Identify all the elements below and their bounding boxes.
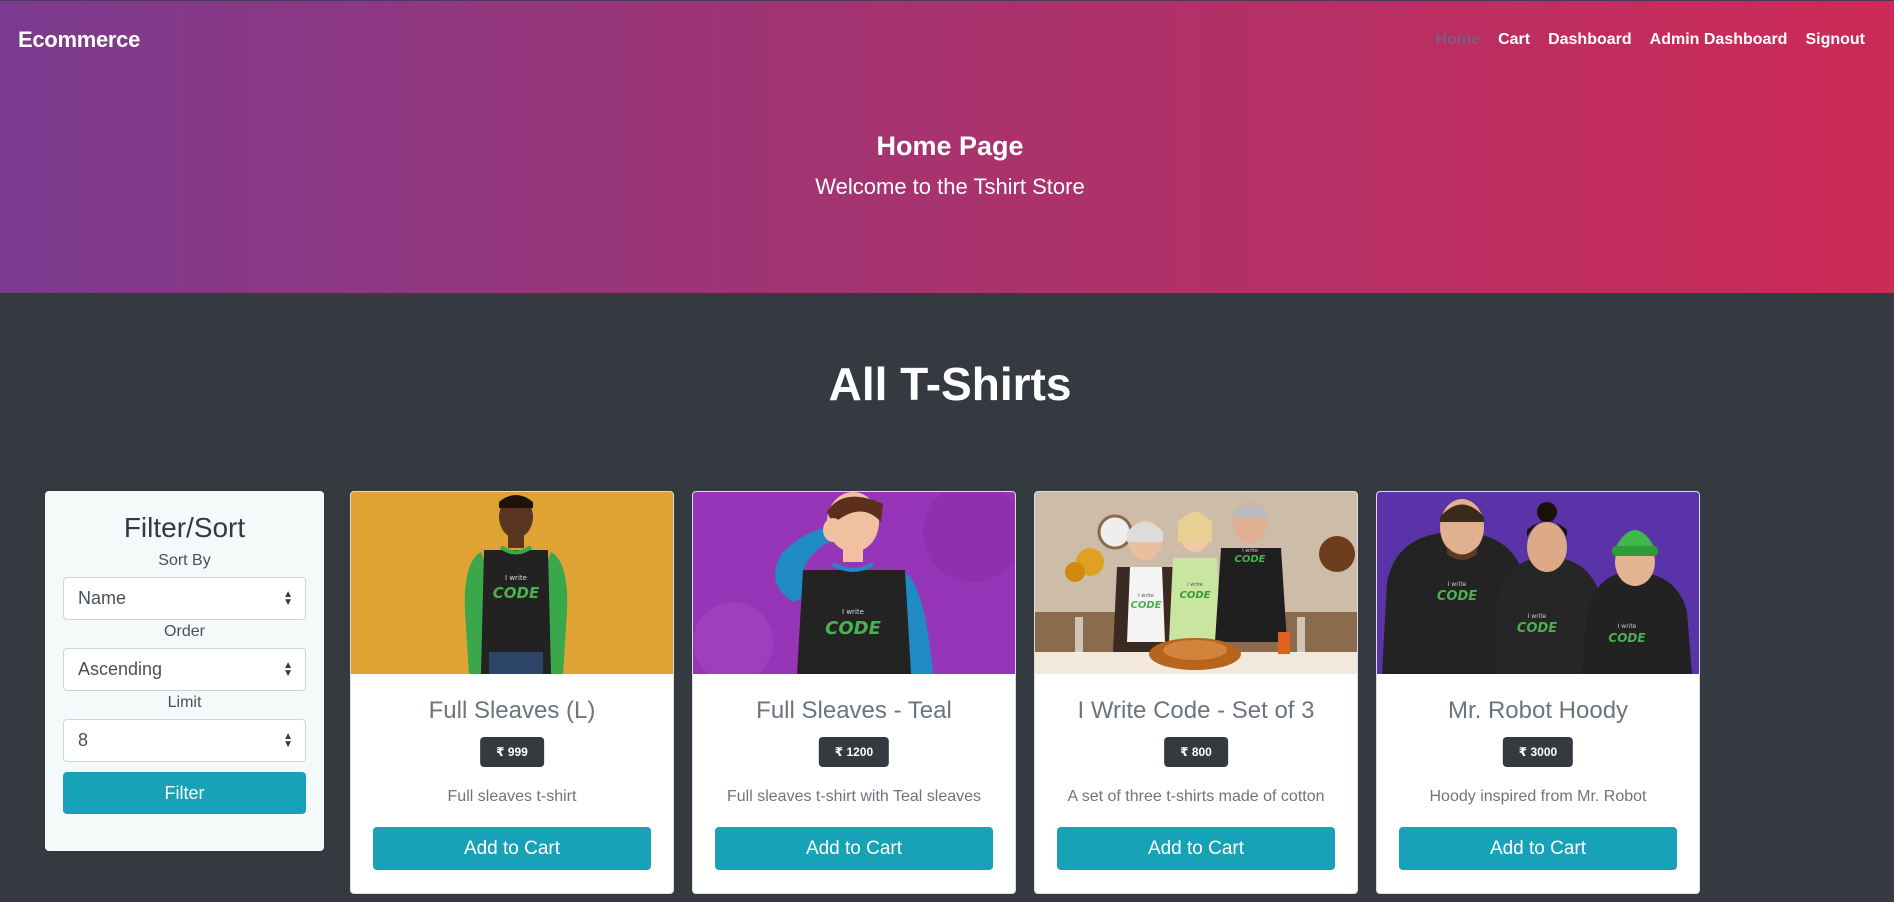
sort-by-label: Sort By	[158, 552, 211, 569]
product-title: Full Sleaves (L)	[428, 697, 596, 724]
filter-button[interactable]: Filter	[63, 772, 306, 814]
nav-link-dashboard[interactable]: Dashboard	[1548, 31, 1632, 49]
nav-link-admin-dashboard[interactable]: Admin Dashboard	[1650, 31, 1788, 49]
image-print-code: CODE	[825, 618, 881, 639]
product-image: I write CODE I write CODE I write CODE	[1377, 492, 1699, 674]
image-print-text: I write	[842, 608, 864, 616]
price-badge: ₹ 999	[480, 737, 544, 767]
product-card: I write CODE I write CODE I write CODE I…	[1034, 491, 1358, 894]
limit-label: Limit	[167, 694, 202, 711]
add-to-cart-button[interactable]: Add to Cart	[715, 827, 993, 870]
image-print-code: CODE	[1131, 600, 1162, 611]
product-title: Mr. Robot Hoody	[1447, 697, 1629, 724]
price-badge: ₹ 3000	[1502, 737, 1574, 767]
page-subtitle: Welcome to the Tshirt Store	[815, 174, 1085, 199]
order-value: Ascending	[78, 659, 163, 679]
page-title: Home Page	[876, 131, 1024, 161]
nav-link-signout[interactable]: Signout	[1805, 31, 1865, 49]
product-description: Full sleaves t-shirt	[447, 788, 577, 805]
price-badge: ₹ 800	[1164, 737, 1228, 767]
brand-logo[interactable]: Ecommerce	[18, 27, 140, 53]
price-badge: ₹ 1200	[818, 737, 890, 767]
select-arrows-icon: ▲ ▼	[283, 589, 293, 608]
add-to-cart-button[interactable]: Add to Cart	[373, 827, 651, 870]
image-print-text: I write	[1138, 593, 1154, 599]
image-print-text: I write	[1448, 581, 1467, 588]
limit-value: 8	[78, 730, 89, 750]
select-arrows-icon: ▲ ▼	[283, 660, 293, 679]
nav-link-home[interactable]: Home	[1436, 31, 1480, 49]
add-to-cart-button[interactable]: Add to Cart	[1399, 827, 1677, 870]
limit-select[interactable]: 8 ▲ ▼	[63, 719, 306, 762]
sort-by-select[interactable]: Name ▲ ▼	[63, 577, 306, 620]
product-image: I write CODE I write CODE I write CODE	[1035, 492, 1357, 674]
image-print-code: CODE	[1517, 621, 1557, 636]
select-arrows-icon: ▲ ▼	[283, 731, 293, 750]
product-card: I write CODE Full Sleaves (L) ₹ 999 Full…	[350, 491, 674, 894]
image-print-code: CODE	[1180, 590, 1211, 601]
add-to-cart-button[interactable]: Add to Cart	[1057, 827, 1335, 870]
sort-by-value: Name	[78, 588, 127, 608]
image-print-text: I write	[1618, 623, 1637, 630]
image-print-text: I write	[1187, 582, 1203, 588]
order-label: Order	[164, 623, 205, 640]
image-print-code: CODE	[1608, 631, 1646, 645]
product-image: I write CODE	[351, 492, 673, 674]
section-title: All T-Shirts	[828, 358, 1072, 410]
image-print-code: CODE	[493, 584, 540, 602]
product-card: I write CODE Full Sleaves - Teal ₹ 1200 …	[692, 491, 1016, 894]
main-nav: Home Cart Dashboard Admin Dashboard Sign…	[1436, 31, 1865, 49]
product-image: I write CODE	[693, 492, 1015, 674]
hero-banner: Ecommerce Home Cart Dashboard Admin Dash…	[0, 0, 1894, 293]
product-card: I write CODE I write CODE I write CODE M…	[1376, 491, 1700, 894]
product-description: Full sleaves t-shirt with Teal sleaves	[726, 788, 982, 805]
image-print-code: CODE	[1235, 554, 1266, 565]
nav-link-cart[interactable]: Cart	[1498, 31, 1530, 49]
product-title: Full Sleaves - Teal	[756, 697, 952, 724]
filter-title: Filter/Sort	[123, 512, 246, 543]
product-title: I Write Code - Set of 3	[1077, 697, 1315, 724]
image-print-text: I write	[1528, 613, 1547, 620]
image-print-code: CODE	[1437, 589, 1477, 604]
product-description: Hoody inspired from Mr. Robot	[1429, 788, 1647, 805]
product-description: A set of three t-shirts made of cotton	[1067, 788, 1325, 805]
filter-panel: Filter/Sort Sort By Name ▲ ▼ Order Ascend…	[45, 491, 324, 851]
order-select[interactable]: Ascending ▲ ▼	[63, 648, 306, 691]
image-print-text: I write	[505, 574, 527, 582]
